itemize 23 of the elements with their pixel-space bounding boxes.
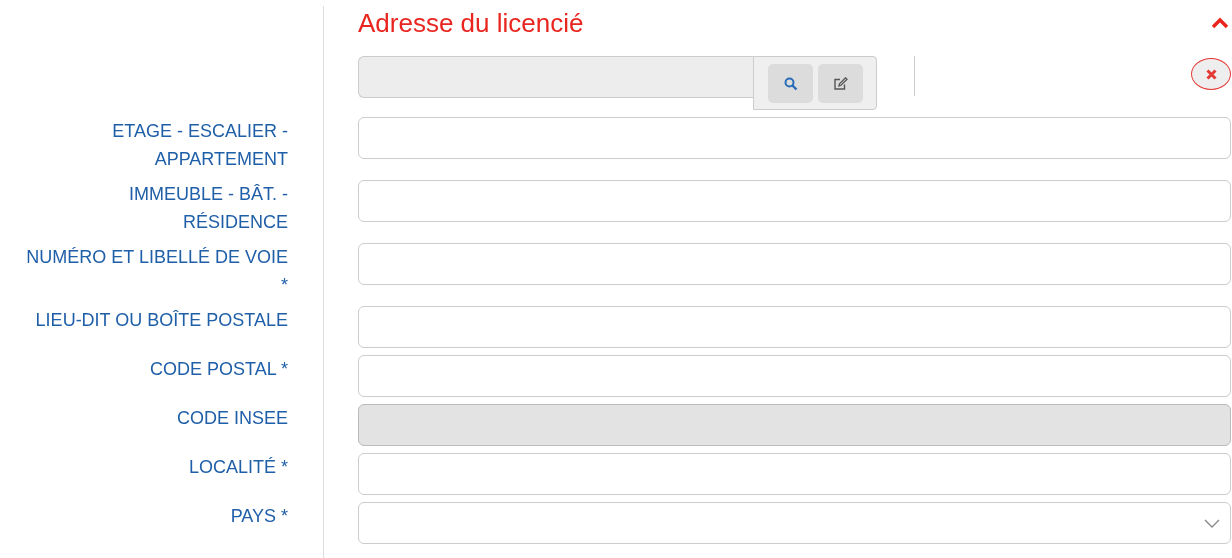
remove-button[interactable] (1191, 58, 1231, 90)
text-field[interactable] (358, 180, 1231, 222)
text-field[interactable] (358, 306, 1231, 348)
search-icon (783, 76, 798, 91)
select-field[interactable] (358, 502, 1231, 544)
field-label: LOCALITÉ * (188, 456, 288, 479)
field-label: IMMEUBLE - BÂT. - RÉSIDENCE (127, 183, 288, 234)
field-label: CODE POSTAL * (149, 358, 288, 381)
chevron-up-icon[interactable] (1211, 17, 1229, 29)
close-icon (1205, 68, 1217, 80)
field-label: ETAGE - ESCALIER - APPARTEMENT (111, 120, 288, 171)
field-label: LIEU-DIT OU BOÎTE POSTALE (35, 309, 288, 332)
text-field[interactable] (358, 355, 1231, 397)
field-label: CODE INSEE (176, 407, 288, 430)
field-label: NUMÉRO ET LIBELLÉ DE VOIE * (25, 246, 288, 297)
field-label: PAYS * (230, 505, 288, 528)
text-field[interactable] (358, 453, 1231, 495)
section-title: Adresse du licencié (358, 7, 584, 39)
text-field[interactable] (358, 117, 1231, 159)
search-button[interactable] (768, 64, 813, 103)
edit-icon (833, 76, 848, 91)
text-field[interactable] (358, 243, 1231, 285)
edit-button[interactable] (818, 64, 863, 103)
